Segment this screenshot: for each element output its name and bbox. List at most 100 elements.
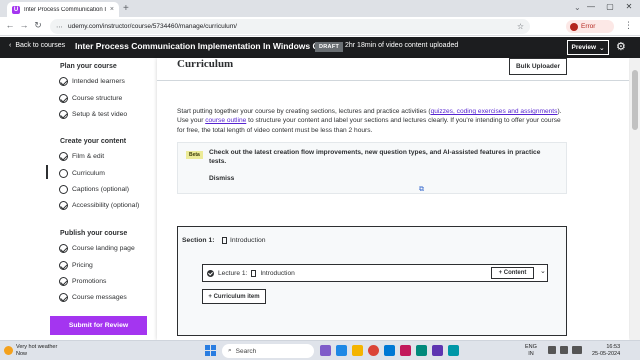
sidebar-item-label: Curriculum — [72, 170, 105, 177]
app-icon[interactable] — [416, 345, 427, 356]
close-window-button[interactable]: ✕ — [620, 2, 638, 11]
sidebar-item-course-structure[interactable]: Course structure — [59, 94, 122, 103]
preview-button[interactable]: Preview ⌄ — [567, 40, 609, 55]
active-item-indicator — [46, 165, 48, 179]
bookmark-star-icon[interactable]: ☆ — [517, 22, 524, 31]
wifi-icon[interactable] — [548, 346, 556, 354]
avatar — [570, 22, 578, 31]
sidebar-item-captions[interactable]: Captions (optional) — [59, 185, 129, 194]
tab-search-icon[interactable]: ⌄ — [574, 3, 581, 12]
reload-icon[interactable]: ↻ — [32, 20, 44, 31]
sidebar-item-course-messages[interactable]: Course messages — [59, 293, 127, 302]
sidebar-item-accessibility[interactable]: Accessibility (optional) — [59, 201, 139, 210]
course-title: Inter Process Communication Implementati… — [75, 41, 329, 51]
volume-icon[interactable] — [560, 346, 568, 354]
windows-start-icon[interactable] — [205, 345, 216, 356]
empty-circle-icon — [59, 169, 68, 178]
curriculum-panel: Curriculum Bulk Uploader Start putting t… — [157, 58, 629, 340]
submit-for-review-button[interactable]: Submit for Review — [50, 316, 147, 335]
sidebar-item-label: Intended learners — [72, 78, 125, 85]
lecture-row[interactable]: Lecture 1: Introduction + Content ⌄ — [202, 264, 548, 282]
chrome-icon[interactable] — [368, 345, 379, 356]
notice-text: Check out the latest creation flow impro… — [209, 149, 541, 165]
chevron-down-icon: ⌄ — [599, 44, 605, 52]
sidebar-item-setup-test-video[interactable]: Setup & test video — [59, 110, 127, 119]
chevron-left-icon: ‹ — [9, 42, 12, 49]
check-circle-icon — [59, 277, 68, 286]
beta-notice: Beta Check out the latest creation flow … — [177, 142, 567, 194]
check-circle-icon — [59, 152, 68, 161]
sun-icon — [4, 346, 13, 355]
publish-your-course-heading: Publish your course — [60, 230, 128, 237]
dismiss-button[interactable]: Dismiss — [209, 175, 234, 182]
check-circle-icon — [59, 110, 68, 119]
heading-divider — [157, 80, 629, 81]
check-circle-icon — [59, 244, 68, 253]
profile-error-button[interactable]: Error — [566, 20, 614, 33]
app-icon[interactable] — [384, 345, 395, 356]
sidebar-item-label: Captions (optional) — [72, 186, 130, 193]
sidebar-item-curriculum[interactable]: Curriculum — [59, 169, 105, 178]
app-icon[interactable] — [448, 345, 459, 356]
back-to-courses-link[interactable]: ‹ Back to courses — [9, 42, 65, 49]
sidebar-item-promotions[interactable]: Promotions — [59, 277, 106, 286]
browser-tab[interactable]: U Inter Process Communication I × — [7, 2, 119, 17]
preview-label: Preview — [571, 44, 597, 51]
forward-arrow-icon[interactable]: → — [18, 20, 30, 30]
browser-menu-icon[interactable]: ⋮ — [624, 20, 633, 31]
app-icon[interactable] — [432, 345, 443, 356]
app-icon[interactable] — [400, 345, 411, 356]
minimize-window-button[interactable]: — — [582, 2, 600, 11]
battery-icon[interactable] — [572, 346, 582, 354]
search-placeholder: Search — [235, 347, 257, 355]
settings-gear-icon[interactable]: ⚙ — [616, 40, 626, 53]
weather-widget[interactable]: Very hot weather Now — [4, 344, 57, 357]
language-indicator[interactable]: ENG IN — [525, 344, 537, 357]
site-info-icon[interactable]: ⋯ — [56, 23, 63, 31]
app-icon[interactable] — [320, 345, 331, 356]
browser-toolbar: ← → ↻ ⋯ udemy.com/instructor/course/5734… — [0, 17, 640, 36]
search-icon: ⌕ — [228, 347, 232, 354]
empty-circle-icon — [59, 185, 68, 194]
new-tab-button[interactable]: + — [123, 3, 129, 14]
lecture-number: Lecture 1: — [218, 269, 248, 277]
scrollbar-thumb[interactable] — [632, 70, 638, 130]
file-explorer-icon[interactable] — [352, 345, 363, 356]
add-curriculum-item-button[interactable]: + Curriculum item — [202, 289, 266, 304]
maximize-window-button[interactable]: ▢ — [601, 2, 619, 11]
status-badge: DRAFT — [315, 42, 344, 52]
close-tab-icon[interactable]: × — [110, 6, 114, 13]
app-icon[interactable] — [336, 345, 347, 356]
course-sidebar: Plan your course Intended learners Cours… — [0, 58, 160, 340]
sidebar-item-film-edit[interactable]: Film & edit — [59, 152, 104, 161]
sidebar-item-label: Accessibility (optional) — [72, 202, 140, 209]
section-title: Introduction — [222, 237, 266, 244]
sidebar-item-label: Course landing page — [72, 245, 135, 252]
taskbar-search-input[interactable]: ⌕ Search — [222, 344, 314, 358]
back-to-courses-label: Back to courses — [15, 42, 66, 49]
check-circle-filled-icon — [207, 269, 214, 277]
page-title: Curriculum — [177, 58, 234, 70]
address-bar[interactable]: ⋯ udemy.com/instructor/course/5734460/ma… — [50, 19, 530, 34]
back-arrow-icon[interactable]: ← — [4, 20, 16, 30]
chevron-down-icon[interactable]: ⌄ — [540, 267, 546, 275]
sidebar-item-course-landing-page[interactable]: Course landing page — [59, 244, 135, 253]
course-outline-link[interactable]: course outline — [205, 117, 246, 124]
weather-line2: Now — [16, 350, 28, 357]
windows-taskbar: Very hot weather Now ⌕ Search ENG IN 16:… — [0, 340, 640, 360]
sidebar-item-intended-learners[interactable]: Intended learners — [59, 77, 125, 86]
bulk-uploader-button[interactable]: Bulk Uploader — [509, 58, 567, 75]
beta-badge: Beta — [186, 151, 203, 159]
profile-label: Error — [581, 23, 596, 30]
quizzes-link[interactable]: quizzes, coding exercises and assignment… — [431, 108, 558, 115]
weather-text: Very hot weather Now — [16, 344, 57, 357]
sidebar-item-pricing[interactable]: Pricing — [59, 261, 93, 270]
add-content-button[interactable]: + Content — [491, 267, 534, 279]
intro-text-part: Start putting together your course by cr… — [177, 108, 431, 115]
section-title-text: Introduction — [230, 237, 266, 244]
mouse-cursor-icon: ⧉ — [419, 186, 424, 193]
course-header: ‹ Back to courses Inter Process Communic… — [0, 37, 640, 58]
check-circle-icon — [59, 293, 68, 302]
url-text: udemy.com/instructor/course/5734460/mana… — [68, 23, 237, 30]
taskbar-clock[interactable]: 16:53 25-05-2024 — [592, 344, 620, 357]
